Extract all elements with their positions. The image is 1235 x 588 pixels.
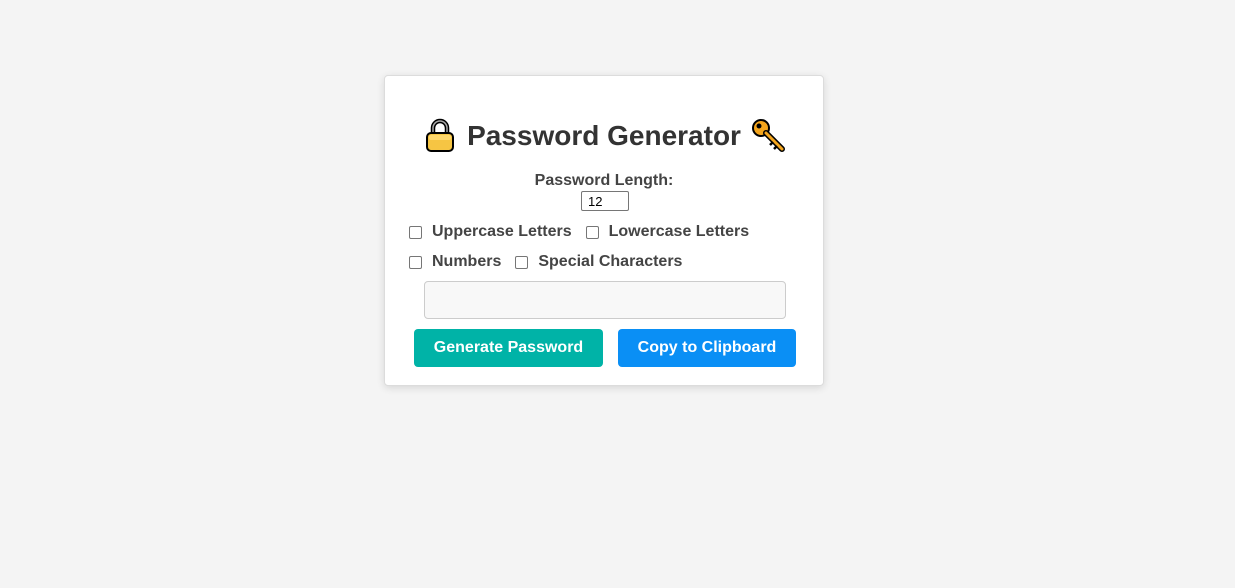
lock-icon — [423, 118, 457, 154]
option-numbers[interactable]: Numbers — [409, 253, 501, 271]
title-row: Password Generator — [385, 118, 823, 154]
password-output-field[interactable] — [424, 281, 786, 319]
lowercase-label: Lowercase Letters — [608, 223, 750, 240]
special-checkbox[interactable] — [515, 255, 529, 269]
copy-to-clipboard-button[interactable]: Copy to Clipboard — [618, 329, 796, 367]
option-uppercase[interactable]: Uppercase Letters — [409, 223, 572, 241]
numbers-checkbox[interactable] — [409, 255, 422, 269]
key-icon — [751, 118, 785, 154]
page-title: Password Generator — [467, 120, 741, 151]
uppercase-label: Uppercase Letters — [432, 223, 572, 240]
password-length-label: Password Length: — [534, 172, 674, 189]
uppercase-checkbox[interactable] — [409, 225, 422, 239]
password-length-input[interactable] — [581, 191, 629, 211]
options-row-1: Uppercase Letters Lowercase Letters — [409, 223, 763, 241]
option-special[interactable]: Special Characters — [515, 253, 682, 271]
special-label: Special Characters — [538, 253, 683, 270]
lowercase-checkbox[interactable] — [585, 225, 599, 239]
password-generator-card: Password Generator Password Length: Uppe… — [384, 75, 824, 386]
options-row-2: Numbers Special Characters — [409, 253, 696, 271]
generate-password-button[interactable]: Generate Password — [414, 329, 603, 367]
option-lowercase[interactable]: Lowercase Letters — [585, 223, 750, 241]
numbers-label: Numbers — [432, 253, 502, 270]
